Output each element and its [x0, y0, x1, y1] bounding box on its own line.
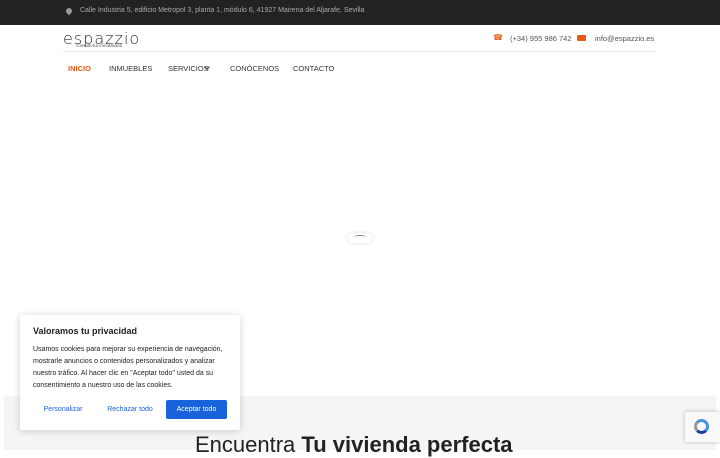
map-pin-icon [64, 6, 74, 16]
nav-inicio[interactable]: INICIO [68, 64, 91, 73]
header: espazzio consultoría inmobiliaria ☎ (+34… [0, 25, 720, 90]
cookie-text: Usamos cookies para mejorar su experienc… [33, 346, 223, 389]
email-link[interactable]: info@espazzio.es [595, 34, 654, 43]
recaptcha-icon [694, 419, 709, 434]
customize-button[interactable]: Personalizar [33, 400, 93, 419]
logo[interactable]: espazzio consultoría inmobiliaria [63, 29, 153, 51]
header-divider [63, 51, 656, 52]
loading-spinner [348, 233, 372, 243]
cookie-title: Valoramos tu privacidad [33, 326, 138, 336]
phone-icon: ☎ [493, 33, 503, 42]
headline-bold: Tu vivienda perfecta [301, 432, 513, 457]
mail-icon [577, 35, 586, 41]
nav-conocenos[interactable]: CONÓCENOS [230, 64, 279, 73]
nav-servicios[interactable]: SERVICIOS [168, 64, 209, 73]
address-text: Calle Industria 5, edificio Metropol 3, … [80, 7, 365, 14]
reject-all-button[interactable]: Rechazar todo [100, 400, 160, 419]
nav-inmuebles[interactable]: INMUEBLES [109, 64, 152, 73]
hero-headline: Encuentra Tu vivienda perfecta [195, 432, 513, 458]
top-bar: Calle Industria 5, edificio Metropol 3, … [0, 0, 720, 25]
cookie-consent-banner: Valoramos tu privacidad Usamos cookies p… [20, 315, 240, 430]
accept-all-button[interactable]: Aceptar todo [166, 400, 227, 419]
logo-subtitle: consultoría inmobiliaria [76, 43, 123, 48]
phone-link[interactable]: (+34) 955 986 742 [510, 34, 572, 43]
recaptcha-badge[interactable] [685, 412, 720, 442]
headline-light: Encuentra [195, 432, 302, 457]
nav-contacto[interactable]: CONTACTO [293, 64, 334, 73]
